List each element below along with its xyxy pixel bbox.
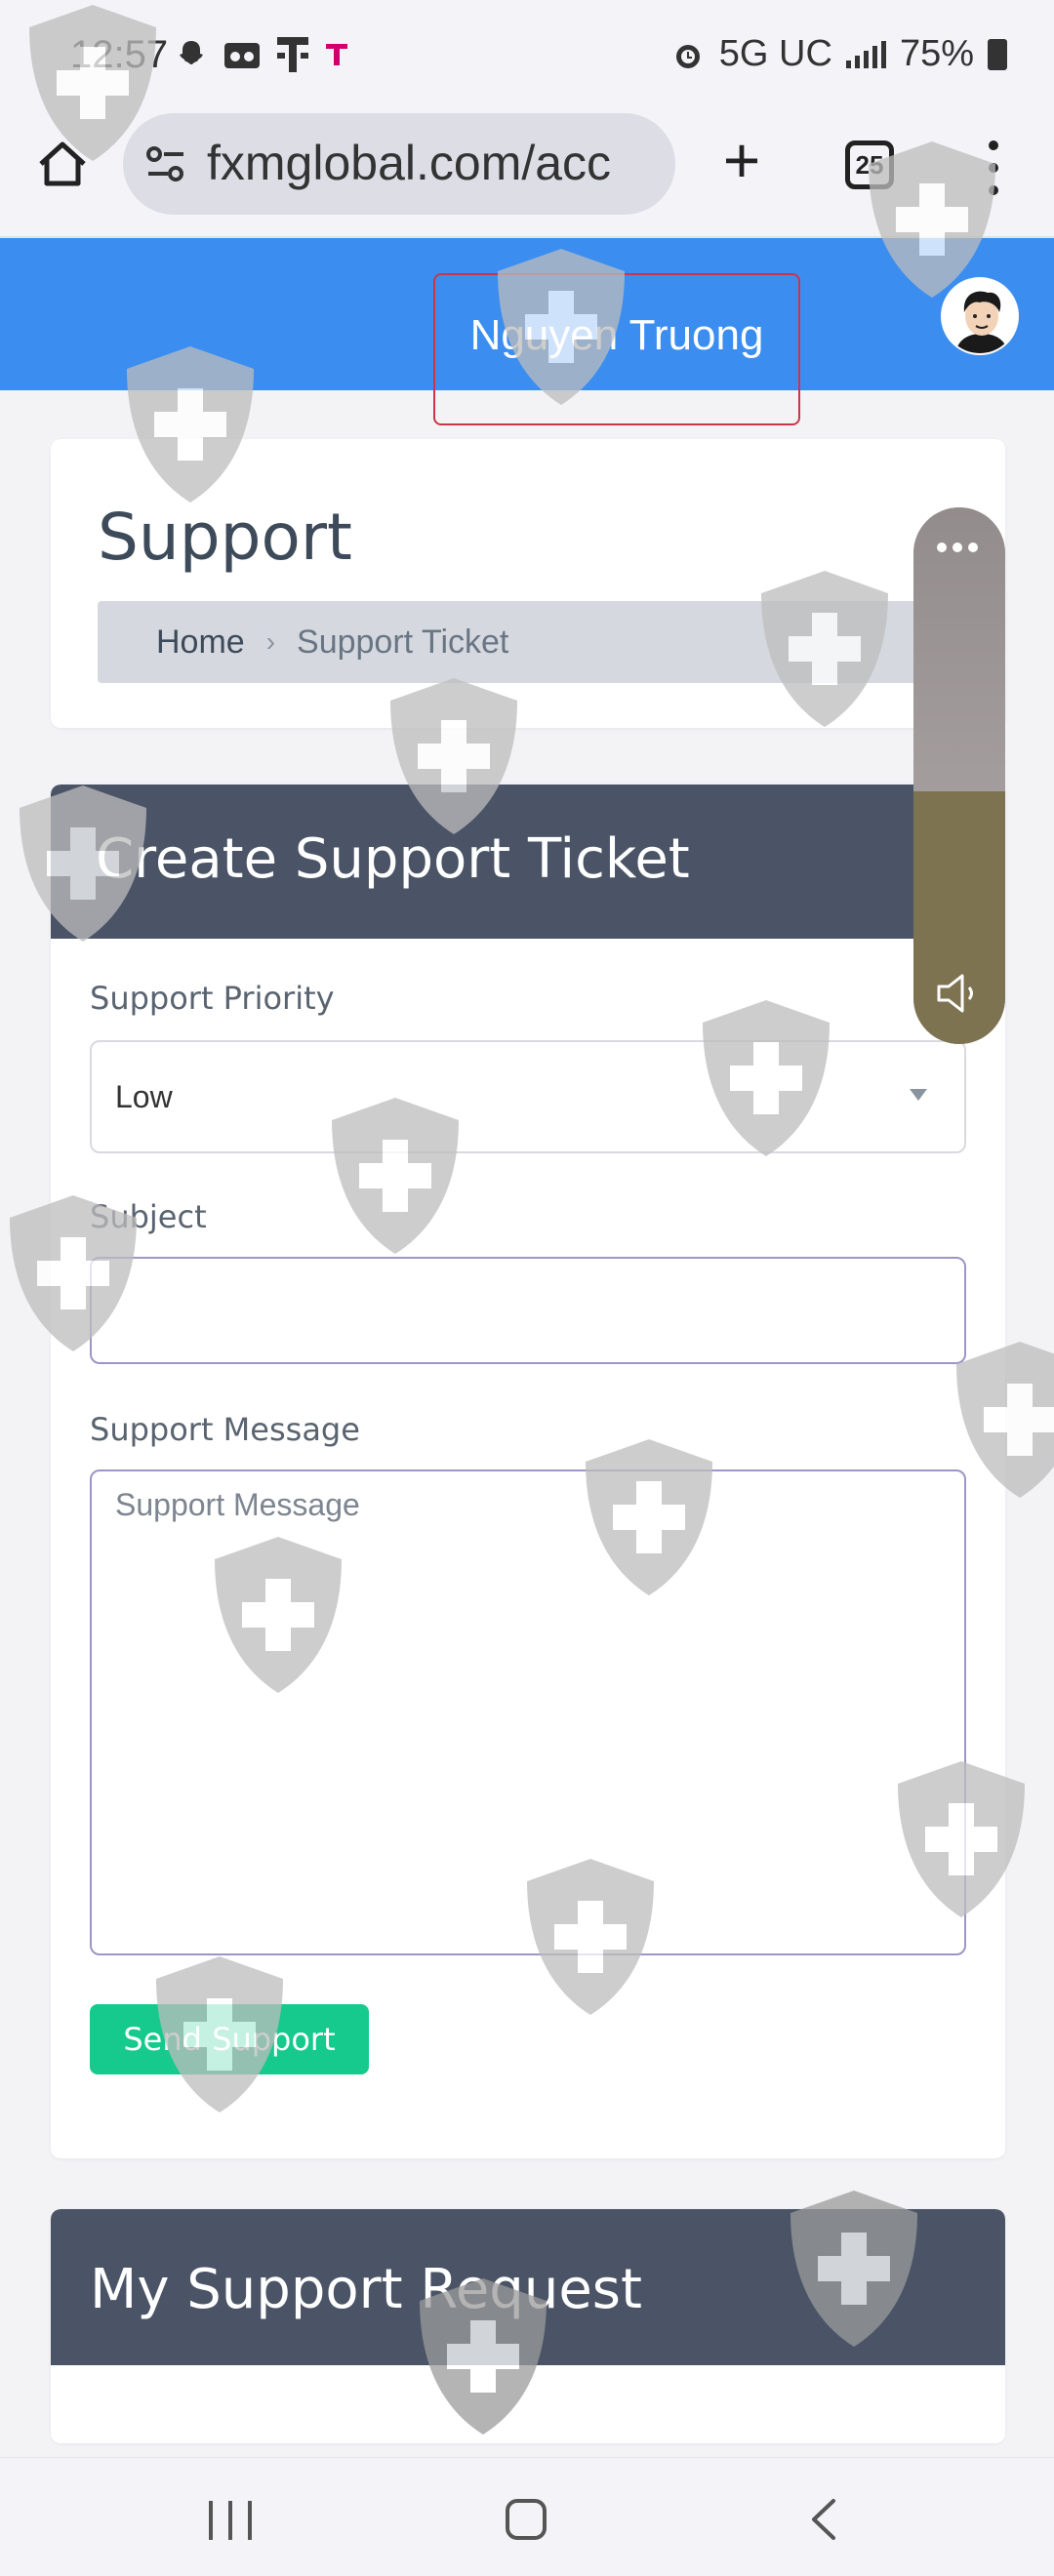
- tmobile-icon: [277, 37, 308, 72]
- voicemail-icon: [224, 43, 260, 68]
- notification-icons: [174, 35, 349, 74]
- alarm-icon: [675, 44, 700, 68]
- send-support-label: Send Support: [123, 2021, 336, 2058]
- breadcrumb-home-link[interactable]: Home: [156, 624, 245, 662]
- message-label: Support Message: [90, 1411, 360, 1448]
- priority-label: Support Priority: [90, 980, 335, 1017]
- my-requests-title: My Support Request: [90, 2258, 642, 2321]
- battery-percent: 75%: [899, 33, 974, 74]
- home-icon[interactable]: [35, 137, 90, 191]
- my-requests-header: My Support Request: [51, 2209, 1005, 2365]
- signal-icon: [845, 40, 886, 68]
- priority-selected-value: Low: [115, 1079, 173, 1114]
- address-bar[interactable]: fxmglobal.com/acc: [123, 113, 675, 215]
- create-ticket-header: Create Support Ticket: [51, 785, 1005, 939]
- app-header: Nguyen Truong: [0, 238, 1054, 425]
- browser-toolbar: fxmglobal.com/acc + 25: [0, 111, 1054, 238]
- chevron-down-icon: [910, 1089, 927, 1101]
- network-type: 5G UC: [718, 33, 832, 74]
- back-button[interactable]: [804, 2497, 843, 2542]
- browser-menu-button[interactable]: [976, 141, 1011, 195]
- support-card: Support Home › Support Ticket: [51, 439, 1005, 728]
- recent-apps-button[interactable]: [209, 2501, 252, 2540]
- subject-input[interactable]: [90, 1257, 966, 1364]
- create-ticket-title: Create Support Ticket: [88, 827, 690, 891]
- tmobile-small-icon: [326, 44, 347, 65]
- snapchat-icon: [180, 41, 203, 64]
- avatar[interactable]: [941, 277, 1019, 355]
- site-settings-icon[interactable]: [144, 142, 187, 185]
- more-options-icon[interactable]: [937, 543, 978, 552]
- url-text[interactable]: fxmglobal.com/acc: [207, 135, 666, 191]
- create-ticket-title-text: Create Support Ticket: [96, 827, 690, 891]
- create-ticket-card: Create Support Ticket Support Priority L…: [51, 785, 1005, 2158]
- new-tab-button[interactable]: +: [712, 128, 771, 192]
- speaker-icon[interactable]: [935, 972, 984, 1015]
- status-time: 12:57: [70, 33, 169, 76]
- home-button[interactable]: [506, 2499, 547, 2540]
- status-right: 5G UC 75%: [670, 33, 1007, 75]
- battery-icon: [988, 38, 1007, 70]
- system-nav-bar: [0, 2457, 1054, 2576]
- my-requests-card: My Support Request: [51, 2209, 1005, 2443]
- send-support-button[interactable]: Send Support: [90, 2004, 369, 2074]
- status-bar: 12:57 5G UC 75%: [0, 0, 1054, 111]
- volume-slider[interactable]: [913, 507, 1005, 1044]
- user-name[interactable]: Nguyen Truong: [433, 311, 800, 360]
- message-textarea[interactable]: [90, 1469, 966, 1955]
- screen: 12:57 5G UC 75% fxmglobal.com/acc + 25 N…: [0, 0, 1054, 2576]
- breadcrumb: Home › Support Ticket: [98, 601, 976, 683]
- priority-select[interactable]: Low: [90, 1040, 966, 1153]
- breadcrumb-current: Support Ticket: [297, 623, 509, 661]
- subject-label: Subject: [90, 1198, 207, 1235]
- page-title: Support: [98, 500, 352, 575]
- breadcrumb-separator: ›: [265, 626, 276, 657]
- tab-switcher-button[interactable]: 25: [845, 141, 894, 189]
- avatar-illustration: [943, 279, 1017, 353]
